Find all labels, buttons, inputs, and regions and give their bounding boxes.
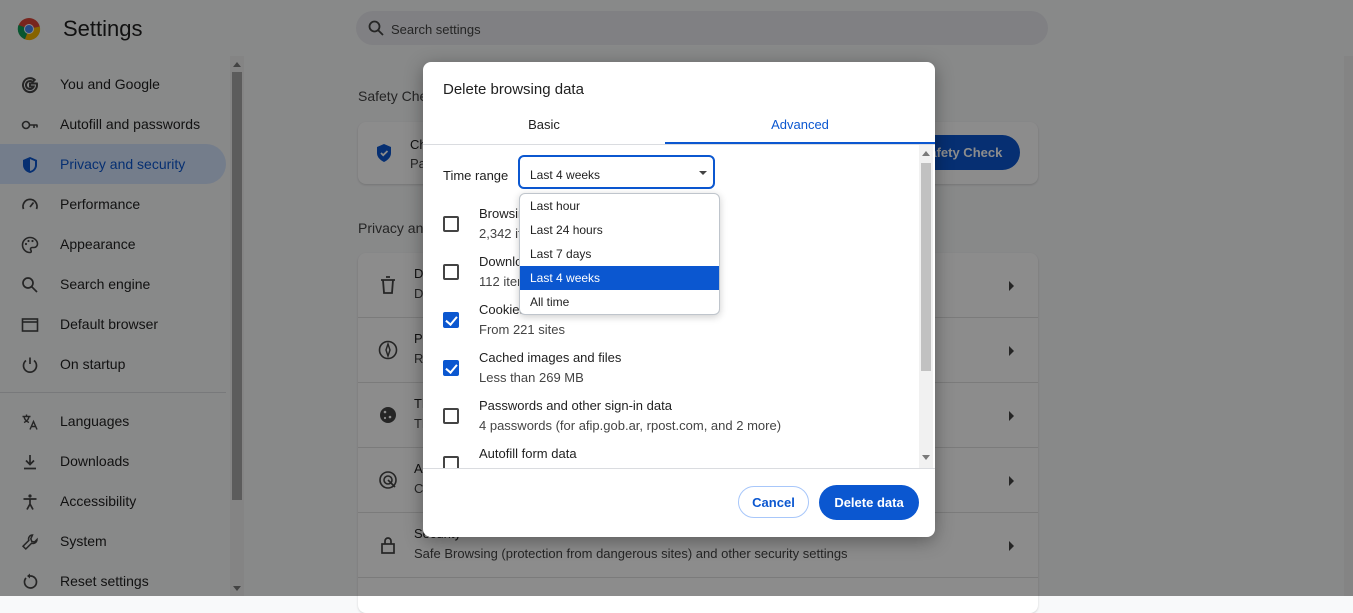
scroll-down-icon[interactable] <box>922 455 930 460</box>
option-subtitle: 4 passwords (for afip.gob.ar, rpost.com,… <box>479 418 782 433</box>
dialog-scrollbar-thumb[interactable] <box>921 163 931 371</box>
option-label: Last hour <box>530 199 581 213</box>
checkbox[interactable] <box>443 360 459 376</box>
checkbox[interactable] <box>443 456 459 468</box>
tab-basic[interactable]: Basic <box>423 110 665 144</box>
dropdown-option-last-24-hours[interactable]: Last 24 hours <box>520 218 719 242</box>
delete-data-button[interactable]: Delete data <box>819 485 919 520</box>
chevron-down-icon <box>699 171 707 175</box>
checkbox[interactable] <box>443 312 459 328</box>
footer-divider <box>423 468 935 469</box>
option-title: Passwords and other sign-in data <box>479 398 672 413</box>
dropdown-option-last-hour[interactable]: Last hour <box>520 194 719 218</box>
checkbox[interactable] <box>443 408 459 424</box>
option-autofill[interactable]: Autofill form data <box>423 446 903 468</box>
checkbox[interactable] <box>443 264 459 280</box>
time-range-label: Time range <box>443 168 509 183</box>
scroll-up-icon[interactable] <box>922 151 930 156</box>
dropdown-option-last-7-days[interactable]: Last 7 days <box>520 242 719 266</box>
option-subtitle: Less than 269 MB <box>479 370 584 385</box>
option-cached-images[interactable]: Cached images and files Less than 269 MB <box>423 350 903 398</box>
dropdown-option-last-4-weeks[interactable]: Last 4 weeks <box>520 266 719 290</box>
checkbox[interactable] <box>443 216 459 232</box>
cancel-button[interactable]: Cancel <box>738 486 809 518</box>
option-label: All time <box>530 295 570 309</box>
option-subtitle: From 221 sites <box>479 322 565 337</box>
option-title: Cached images and files <box>479 350 622 365</box>
option-label: Last 7 days <box>530 247 592 261</box>
time-range-select[interactable]: Last 4 weeks <box>518 155 715 189</box>
option-label: Last 4 weeks <box>530 271 601 285</box>
dropdown-option-all-time[interactable]: All time <box>520 290 719 314</box>
time-range-value: Last 4 weeks <box>530 168 601 182</box>
option-title: Downlo <box>479 254 523 269</box>
dialog-title: Delete browsing data <box>443 81 584 98</box>
option-label: Last 24 hours <box>530 223 603 237</box>
tab-advanced[interactable]: Advanced <box>665 110 935 144</box>
option-title: Autofill form data <box>479 446 577 461</box>
option-passwords[interactable]: Passwords and other sign-in data 4 passw… <box>423 398 903 446</box>
time-range-dropdown: Last hour Last 24 hours Last 7 days Last… <box>519 193 720 315</box>
